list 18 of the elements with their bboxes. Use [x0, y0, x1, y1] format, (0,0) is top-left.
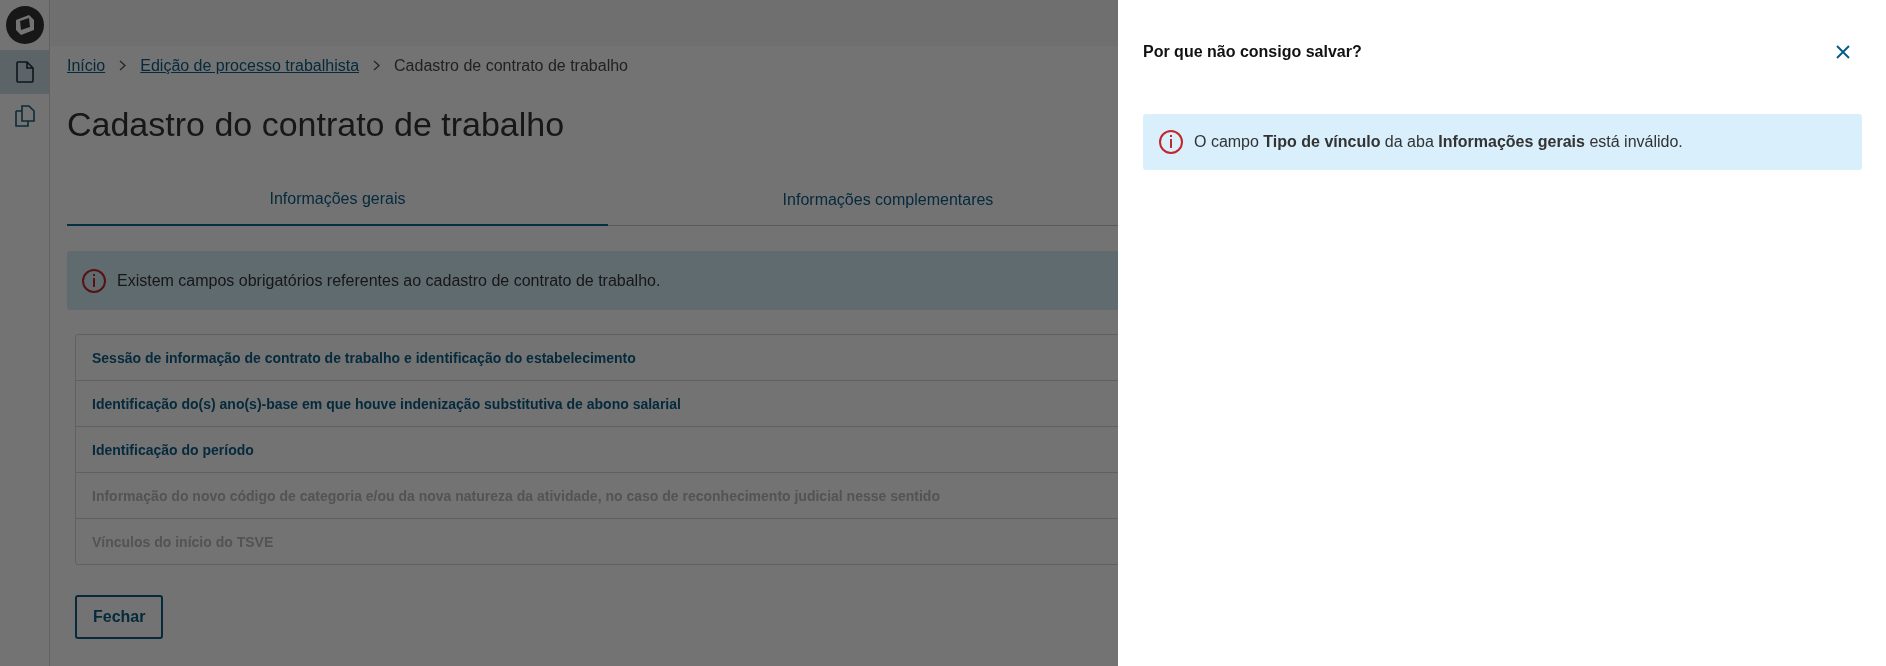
alert-message: O campo Tipo de vínculo da aba Informações gerais está inválido. [1194, 133, 1683, 151]
breadcrumb-link[interactable]: Início [67, 57, 106, 75]
page-title: Cadastro do contrato de trabalho [67, 104, 565, 145]
breadcrumb-link[interactable]: Edição de processo trabalhista [140, 57, 360, 75]
document-icon [15, 61, 34, 83]
close-icon [1836, 45, 1850, 59]
chevron-right-icon [119, 60, 127, 71]
close-button[interactable]: Fechar [75, 595, 164, 639]
copy-icon [14, 105, 35, 127]
sidebar-item[interactable] [0, 50, 49, 94]
chevron-right-icon [373, 60, 381, 71]
alert-message: Existem campos obrigatórios referentes ao cadastro de contrato de trabalho. [117, 271, 661, 290]
logo-icon [4, 5, 45, 45]
panel-title: Por que não consigo salvar? [1143, 43, 1362, 61]
tab[interactable]: Informações gerais [67, 174, 608, 226]
breadcrumb-current: Cadastro de contrato de trabalho [394, 57, 628, 75]
info-icon [1158, 129, 1184, 155]
info-icon [81, 267, 107, 294]
